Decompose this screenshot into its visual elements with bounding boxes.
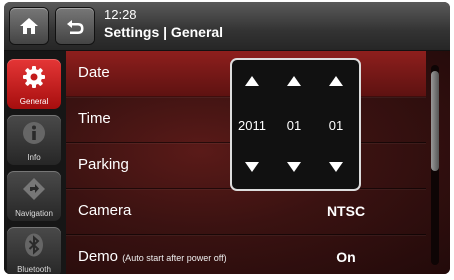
scrollbar-thumb[interactable] bbox=[431, 71, 439, 171]
setting-label: Demo (Auto start after power off) bbox=[78, 248, 227, 265]
sidebar: General Info Navigation Bluetooth bbox=[4, 51, 66, 274]
sidebar-item-label: Navigation bbox=[15, 209, 53, 218]
back-icon bbox=[67, 20, 84, 34]
screen: 12:28 Settings | General General Info Na… bbox=[4, 2, 450, 274]
breadcrumb: Settings | General bbox=[104, 24, 224, 40]
info-icon bbox=[23, 122, 45, 144]
gear-icon bbox=[23, 66, 45, 88]
top-bar: 12:28 Settings | General bbox=[4, 2, 450, 51]
setting-row-demo[interactable]: Demo (Auto start after power off) On bbox=[66, 235, 426, 274]
sidebar-item-label: Info bbox=[27, 153, 41, 162]
setting-label: Parking bbox=[78, 156, 129, 173]
year-value: 2011 bbox=[238, 118, 266, 133]
sidebar-item-bluetooth[interactable]: Bluetooth bbox=[7, 227, 61, 274]
sidebar-item-general[interactable]: General bbox=[7, 59, 61, 109]
year-down-arrow-icon[interactable] bbox=[245, 162, 259, 172]
scrollbar[interactable] bbox=[431, 65, 439, 265]
camera-value[interactable]: NTSC bbox=[316, 203, 376, 219]
demo-value[interactable]: On bbox=[316, 249, 376, 265]
clock: 12:28 bbox=[104, 7, 137, 22]
month-down-arrow-icon[interactable] bbox=[287, 162, 301, 172]
setting-label: Date bbox=[78, 64, 110, 81]
navigation-icon bbox=[23, 178, 45, 200]
sidebar-item-info[interactable]: Info bbox=[7, 115, 61, 165]
sidebar-item-label: General bbox=[19, 97, 49, 106]
setting-label: Camera bbox=[78, 202, 132, 219]
sidebar-item-navigation[interactable]: Navigation bbox=[7, 171, 61, 221]
sidebar-item-label: Bluetooth bbox=[17, 265, 51, 274]
bluetooth-icon bbox=[25, 233, 43, 257]
back-button[interactable] bbox=[56, 8, 94, 44]
day-up-arrow-icon[interactable] bbox=[329, 76, 343, 86]
demo-label: Demo bbox=[78, 248, 119, 265]
setting-row-camera[interactable]: Camera NTSC bbox=[66, 189, 426, 235]
month-value: 01 bbox=[286, 118, 302, 133]
day-value: 01 bbox=[328, 118, 344, 133]
day-down-arrow-icon[interactable] bbox=[329, 162, 343, 172]
home-button[interactable] bbox=[10, 8, 48, 44]
home-icon bbox=[20, 18, 38, 34]
setting-label: Time bbox=[78, 110, 111, 127]
year-up-arrow-icon[interactable] bbox=[245, 76, 259, 86]
date-picker: 2011 01 01 bbox=[230, 58, 361, 191]
month-up-arrow-icon[interactable] bbox=[287, 76, 301, 86]
demo-sublabel: (Auto start after power off) bbox=[122, 253, 227, 263]
